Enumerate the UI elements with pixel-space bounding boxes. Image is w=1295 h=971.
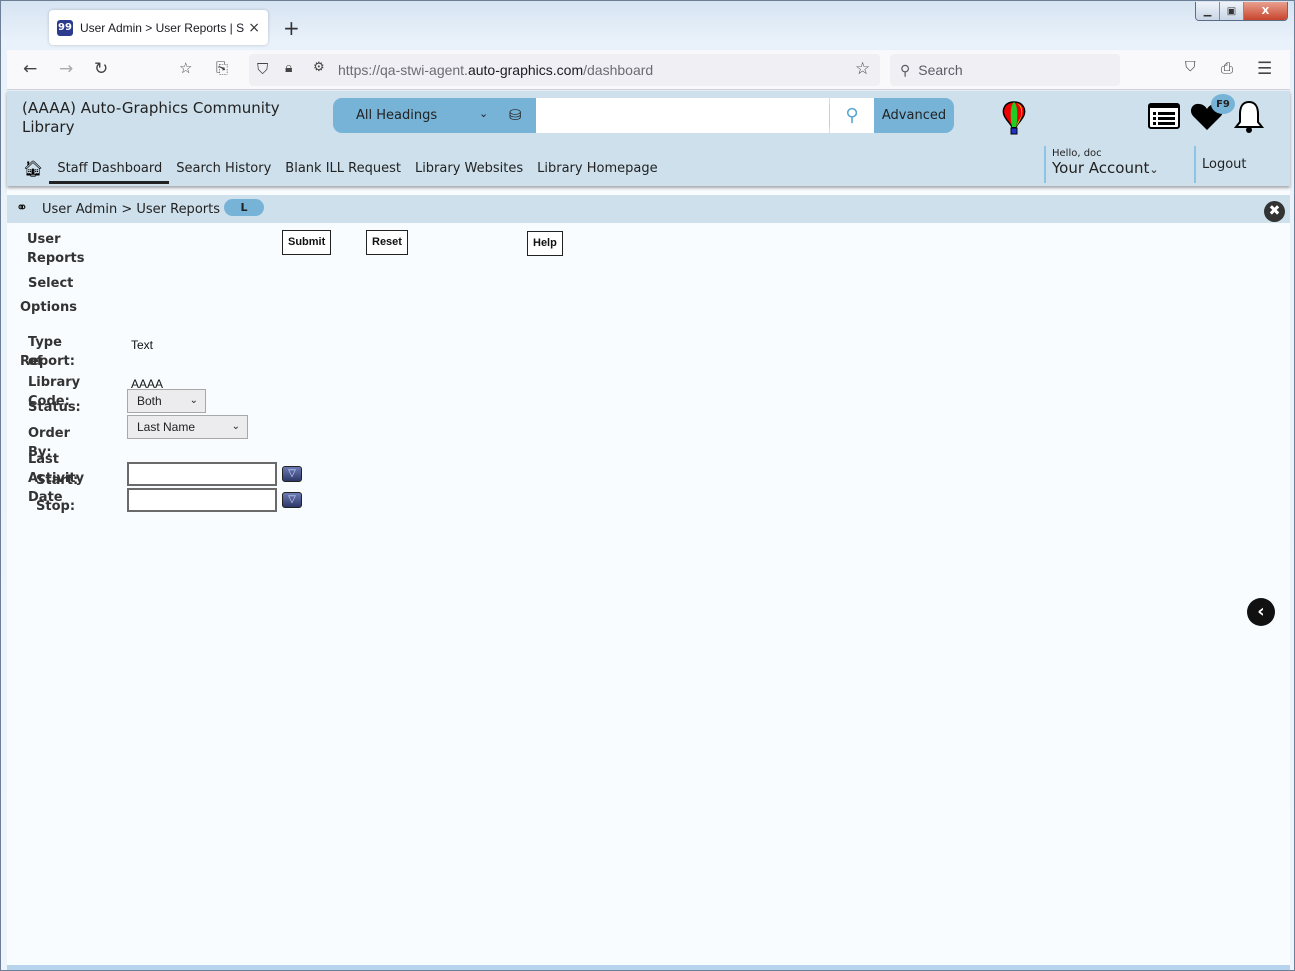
stop-calendar-icon[interactable]: ▽	[282, 492, 302, 508]
nav-search-history[interactable]: Search History	[176, 161, 271, 176]
nav-staff-dashboard[interactable]: Staff Dashboard	[49, 161, 170, 184]
search-icon: ⚲	[845, 105, 859, 126]
nav-blank-ill-request[interactable]: Blank ILL Request	[285, 161, 401, 176]
permissions-icon[interactable]: ⚙	[313, 60, 325, 75]
reset-button[interactable]: Reset	[366, 230, 408, 255]
stop-date-input[interactable]	[127, 488, 277, 512]
browser-tab[interactable]: 99 User Admin > User Reports | STWI ×	[49, 10, 268, 45]
account-label: Your Account	[1052, 159, 1150, 177]
share-icon[interactable]: ⎘	[216, 59, 228, 77]
window-controls: ▁ ▣ X	[1195, 2, 1288, 21]
minimize-button[interactable]: ▁	[1196, 2, 1220, 20]
type-of-report-label-2: Report:	[20, 354, 75, 369]
logout-link[interactable]: Logout	[1194, 146, 1247, 183]
favicon-icon: 99	[57, 19, 73, 36]
tab-close-icon[interactable]: ×	[248, 20, 260, 36]
pocket-icon[interactable]: ⛉	[1185, 59, 1196, 75]
chevron-down-icon: ⌄	[479, 107, 489, 120]
browser-search[interactable]: ⚲ Search	[890, 54, 1120, 86]
browser-toolbar: ← → ↻ ☆ ⎘ ⛉ 🔒︎ ⚙ https://qa-stwi-agent.a…	[7, 50, 1290, 90]
status-select[interactable]: Both ⌄	[127, 389, 206, 413]
start-label: Start:	[36, 473, 79, 488]
nav-library-homepage[interactable]: Library Homepage	[537, 161, 657, 176]
select-options-label-2: Options	[20, 300, 77, 315]
app-page: (AAAA) Auto-Graphics Community Library A…	[7, 91, 1290, 967]
window-bottom-border	[7, 965, 1290, 970]
star-icon[interactable]: ☆	[855, 59, 870, 79]
reload-icon[interactable]: ↻	[94, 59, 108, 79]
shield-icon[interactable]: ⛉	[257, 60, 268, 78]
search-icon: ⚲	[900, 61, 911, 78]
url-bar[interactable]: ⛉ 🔒︎ ⚙ https://qa-stwi-agent.auto-graphi…	[249, 54, 880, 86]
chevron-down-icon: ⌄	[189, 395, 198, 406]
back-icon[interactable]: ←	[23, 59, 37, 79]
maximize-button[interactable]: ▣	[1220, 2, 1244, 20]
bookmark-manager-icon[interactable]: ☆	[179, 59, 192, 77]
bell-icon[interactable]	[1233, 100, 1265, 134]
print-icon[interactable]: ⎙	[1221, 59, 1233, 77]
submit-button[interactable]: Submit	[282, 230, 332, 255]
chevron-down-icon: ⌄	[231, 421, 240, 432]
new-tab-button[interactable]: +	[283, 16, 300, 40]
link-icon: ⚭	[16, 200, 28, 216]
home-icon[interactable]: 🏠︎	[23, 159, 43, 178]
database-icon[interactable]: ⛁	[509, 106, 522, 124]
f9-badge: F9	[1211, 94, 1235, 114]
main-nav: 🏠︎ Staff Dashboard Search History Blank …	[23, 159, 672, 184]
status-value: Both	[137, 394, 162, 408]
start-date-input[interactable]	[127, 462, 277, 486]
order-by-value: Last Name	[137, 420, 196, 434]
start-calendar-icon[interactable]: ▽	[282, 466, 302, 482]
page-title: User Reports	[27, 232, 85, 266]
stop-label: Stop:	[36, 499, 76, 514]
chevron-down-icon: ⌄	[1149, 163, 1159, 176]
l-badge[interactable]: L	[224, 199, 264, 216]
forward-icon[interactable]: →	[59, 59, 73, 79]
url-text: https://qa-stwi-agent.auto-graphics.com/…	[338, 62, 654, 78]
status-label: Status:	[28, 400, 81, 415]
account-menu[interactable]: Hello, doc Your Account⌄	[1044, 146, 1159, 183]
type-of-report-value: Text	[131, 338, 154, 352]
lock-icon[interactable]: 🔒︎	[285, 60, 292, 76]
search-placeholder: Search	[918, 62, 963, 78]
breadcrumb-text: User Admin > User Reports	[42, 202, 220, 217]
select-options-label-1: Select	[28, 276, 74, 291]
browser-window: ▁ ▣ X 99 User Admin > User Reports | STW…	[0, 0, 1295, 971]
close-icon[interactable]: ✖	[1264, 201, 1285, 222]
search-button[interactable]: ⚲	[830, 98, 874, 133]
tab-title: User Admin > User Reports | STWI	[79, 20, 245, 35]
help-button[interactable]: Help	[527, 231, 563, 256]
search-scope-value: All Headings	[356, 108, 438, 123]
search-scope-select[interactable]: All Headings ⌄ ⛁	[333, 98, 536, 133]
advanced-search-button[interactable]: Advanced	[874, 98, 954, 133]
search-group: All Headings ⌄ ⛁ ⚲ Advanced	[333, 98, 954, 133]
menu-icon[interactable]: ☰	[1257, 59, 1272, 79]
site-header: (AAAA) Auto-Graphics Community Library A…	[7, 91, 1290, 186]
chevron-left-icon[interactable]: ‹	[1247, 598, 1275, 626]
search-input[interactable]	[536, 98, 829, 133]
balloon-icon[interactable]	[1001, 101, 1027, 135]
list-icon[interactable]	[1148, 103, 1180, 129]
close-window-button[interactable]: X	[1244, 2, 1287, 20]
order-by-select[interactable]: Last Name ⌄	[127, 415, 248, 439]
greeting: Hello, doc	[1052, 148, 1102, 159]
library-name: (AAAA) Auto-Graphics Community Library	[22, 99, 280, 136]
breadcrumb: ⚭ User Admin > User Reports L ✖	[7, 195, 1290, 223]
nav-library-websites[interactable]: Library Websites	[415, 161, 523, 176]
